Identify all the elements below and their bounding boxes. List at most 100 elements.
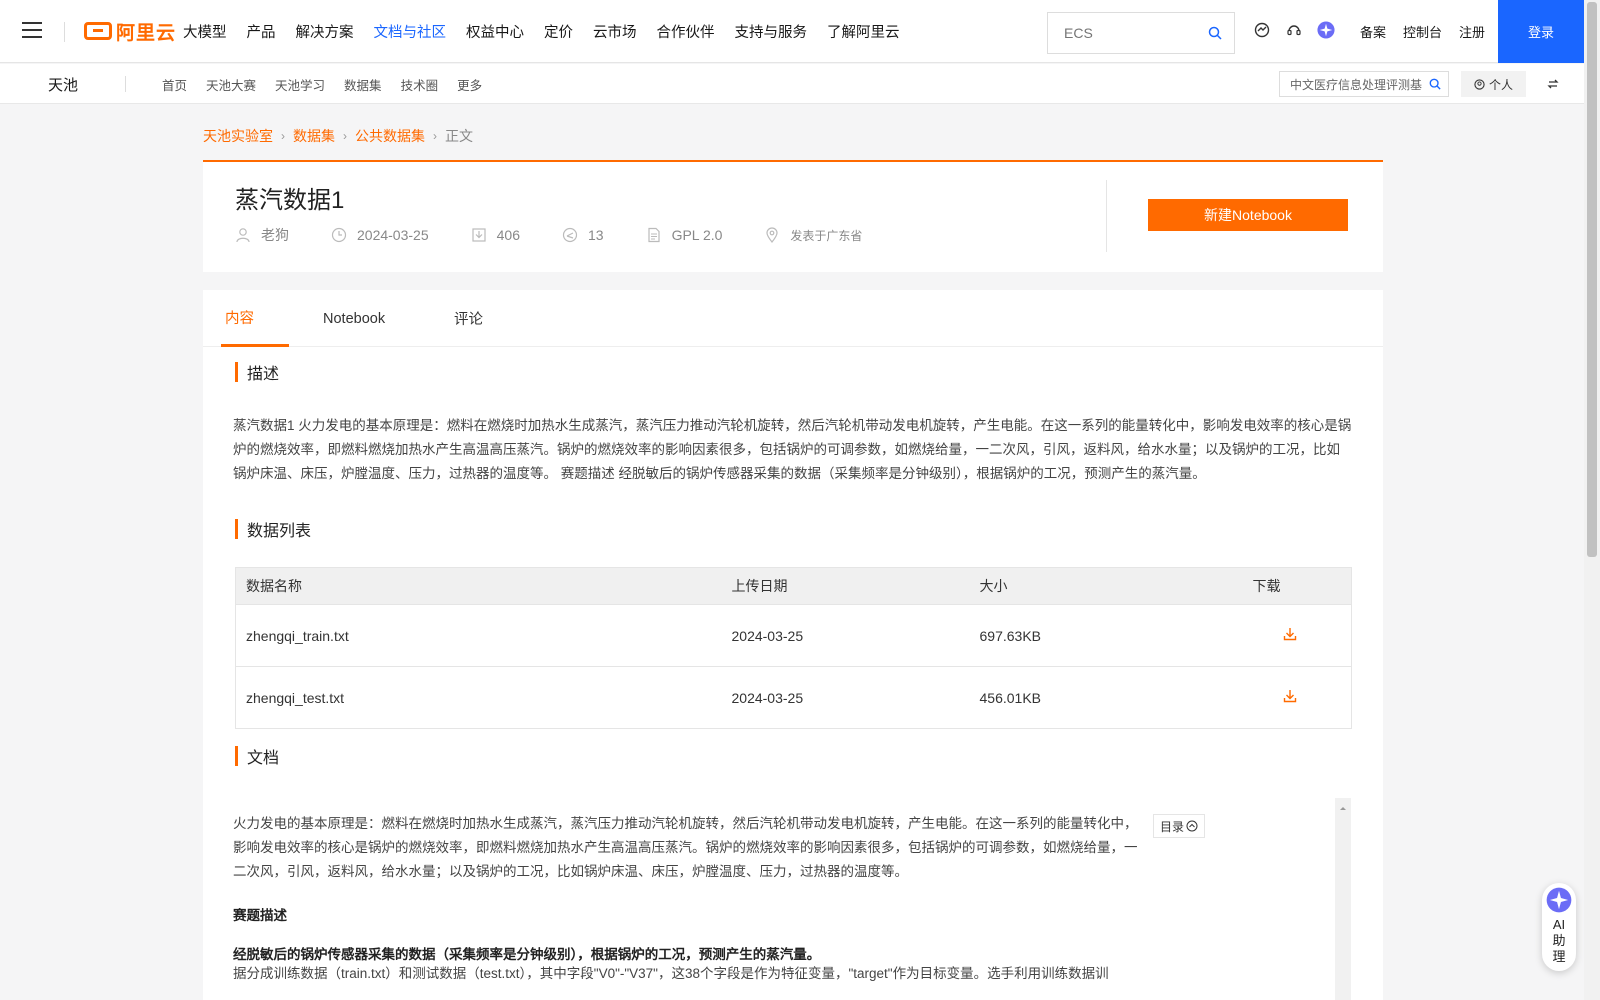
clock-icon (331, 227, 347, 243)
nav-item-docs-community[interactable]: 文档与社区 (374, 21, 447, 42)
table-row: zhengqi_train.txt 2024-03-25 697.63KB (235, 604, 1352, 667)
download-icon[interactable] (1283, 690, 1297, 706)
license: GPL 2.0 (671, 227, 723, 243)
personal-button[interactable]: 个人 (1461, 71, 1526, 97)
datalist-heading: 数据列表 (235, 517, 311, 541)
subnav-item-datasets[interactable]: 数据集 (344, 75, 382, 94)
nav-icon-group (1253, 21, 1349, 39)
ai-assistant-icon (1546, 887, 1572, 913)
breadcrumb-separator: › (343, 129, 347, 143)
toc-button[interactable]: 目录 (1153, 814, 1206, 838)
filing-link[interactable]: 备案 (1360, 22, 1386, 41)
subnav-item-home[interactable]: 首页 (162, 75, 187, 94)
meta-location: 发表于广东省 (764, 227, 862, 244)
col-header-download: 下载 (1229, 567, 1352, 605)
file-name: zhengqi_train.txt (235, 604, 722, 667)
tab-notebook[interactable]: Notebook (323, 290, 385, 347)
tianchi-brand[interactable]: 天池 (48, 74, 78, 95)
nav-item-pricing[interactable]: 定价 (544, 21, 573, 42)
nav-item-about[interactable]: 了解阿里云 (827, 21, 900, 42)
console-link[interactable]: 控制台 (1403, 22, 1442, 41)
ai-assistant-float[interactable]: AI助理 (1542, 883, 1576, 971)
content-tabs: 内容 Notebook 评论 (203, 290, 1383, 347)
download-count-icon (472, 228, 486, 242)
datalist-title: 数据列表 (247, 523, 312, 540)
data-file-table: 数据名称 上传日期 大小 下载 zhengqi_train.txt 2024-0… (235, 567, 1352, 729)
nav-item-products[interactable]: 产品 (247, 21, 276, 42)
download-cell (1229, 666, 1352, 729)
nav-item-partners[interactable]: 合作伙伴 (657, 21, 715, 42)
breadcrumb-public-datasets[interactable]: 公共数据集 (355, 126, 425, 146)
doc-heading: 文档 (235, 744, 279, 768)
description-text: 蒸汽数据1 火力发电的基本原理是：燃料在燃烧时加热水生成蒸汽，蒸汽压力推动汽轮机… (233, 418, 1352, 481)
user-circle-icon (1474, 78, 1485, 90)
meta-license: GPL 2.0 (646, 227, 723, 243)
nav-item-support[interactable]: 支持与服务 (735, 21, 808, 42)
meta-shares: 13 (562, 227, 604, 243)
aliyun-logo-icon (84, 22, 112, 40)
subnav-item-tech-circle[interactable]: 技术圈 (401, 75, 439, 94)
subnav-items: 首页 天池大赛 天池学习 数据集 技术圈 更多 (162, 64, 501, 104)
location: 发表于广东省 (790, 228, 863, 243)
doc-paragraph: 火力发电的基本原理是：燃料在燃烧时加热水生成蒸汽，蒸汽压力推动汽轮机旋转，然后汽… (233, 816, 1138, 879)
subnav-item-competitions[interactable]: 天池大赛 (206, 75, 256, 94)
download-icon[interactable] (1283, 628, 1297, 644)
main-nav: 大模型 产品 解决方案 文档与社区 权益中心 定价 云市场 合作伙伴 支持与服务… (183, 0, 920, 63)
page-scrollbar[interactable] (1584, 0, 1600, 1000)
nav-item-marketplace[interactable]: 云市场 (593, 21, 637, 42)
file-name: zhengqi_test.txt (235, 666, 722, 729)
col-header-size: 大小 (969, 567, 1230, 605)
dashboard-icon[interactable] (1253, 21, 1271, 39)
doc-scrollbar[interactable] (1335, 798, 1351, 1000)
search-icon[interactable] (1429, 77, 1441, 93)
global-search-input[interactable] (1048, 13, 1188, 53)
menu-icon[interactable] (22, 22, 42, 40)
nav-links: 备案 控制台 注册 (1360, 0, 1502, 63)
download-cell (1229, 604, 1352, 667)
table-row: zhengqi_test.txt 2024-03-25 456.01KB (235, 666, 1352, 729)
breadcrumb-separator: › (281, 129, 285, 143)
new-notebook-button[interactable]: 新建Notebook (1148, 199, 1348, 231)
personal-label: 个人 (1488, 77, 1513, 92)
subnav-item-more[interactable]: 更多 (457, 75, 482, 94)
headset-icon[interactable] (1285, 21, 1303, 39)
user-icon (236, 228, 250, 243)
dataset-header: 蒸汽数据1 老狗 2024-03-25 406 13 GPL 2.0 发表于广东… (203, 160, 1383, 272)
meta-downloads: 406 (471, 227, 520, 243)
publish-date: 2024-03-25 (357, 227, 429, 243)
ai-assistant-icon[interactable] (1317, 21, 1335, 39)
tianchi-subnav: 天池 首页 天池大赛 天池学习 数据集 技术圈 更多 个人 (0, 64, 1584, 104)
tab-comments[interactable]: 评论 (454, 290, 483, 347)
ai-assistant-label: AI助理 (1552, 917, 1566, 964)
register-link[interactable]: 注册 (1459, 22, 1485, 41)
aliyun-logo[interactable]: 阿里云 (84, 18, 176, 44)
divider (125, 76, 126, 92)
toc-label: 目录 (1160, 819, 1185, 834)
breadcrumb-lab[interactable]: 天池实验室 (203, 126, 273, 146)
breadcrumb-separator: › (433, 129, 437, 143)
scroll-up-arrow-icon[interactable] (1335, 802, 1351, 814)
description-title: 描述 (247, 366, 280, 383)
tianchi-search (1279, 71, 1449, 97)
divider (1106, 180, 1107, 252)
tianchi-search-input[interactable] (1280, 72, 1424, 96)
login-button[interactable]: 登录 (1498, 0, 1584, 63)
breadcrumb-datasets[interactable]: 数据集 (293, 126, 335, 146)
col-header-name: 数据名称 (235, 567, 722, 605)
meta-author: 老狗 (235, 225, 289, 245)
nav-item-solutions[interactable]: 解决方案 (296, 21, 354, 42)
document-icon (647, 227, 660, 243)
scrollbar-thumb[interactable] (1587, 2, 1597, 557)
tab-content[interactable]: 内容 (221, 290, 289, 347)
nav-item-benefits[interactable]: 权益中心 (466, 21, 524, 42)
description-heading: 描述 (235, 360, 279, 384)
subnav-item-learning[interactable]: 天池学习 (275, 75, 325, 94)
file-date: 2024-03-25 (721, 604, 970, 667)
author-name[interactable]: 老狗 (261, 225, 289, 245)
share-icon (562, 227, 578, 243)
search-icon[interactable] (1208, 26, 1222, 43)
switch-icon[interactable] (1547, 77, 1559, 93)
top-navbar: 阿里云 大模型 产品 解决方案 文档与社区 权益中心 定价 云市场 合作伙伴 支… (0, 0, 1584, 63)
table-header-row: 数据名称 上传日期 大小 下载 (235, 567, 1352, 605)
nav-item-llm[interactable]: 大模型 (183, 21, 227, 42)
